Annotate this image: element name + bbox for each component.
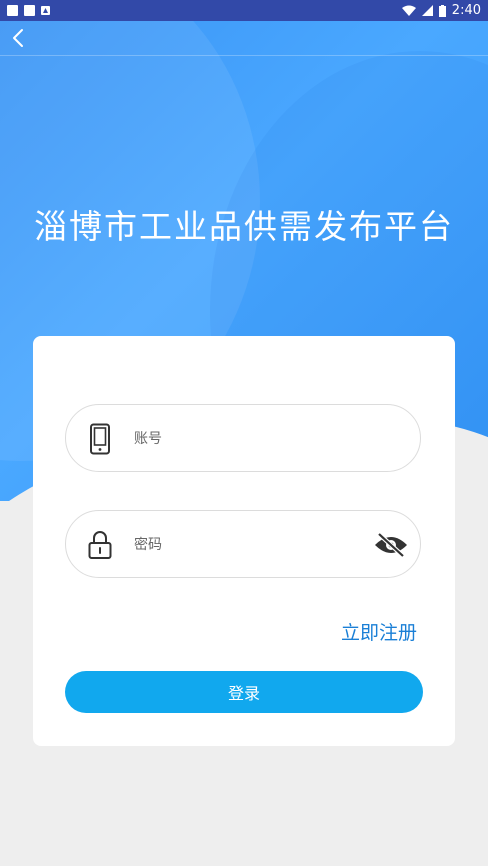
account-field[interactable]: [65, 404, 421, 472]
lock-icon: [88, 531, 112, 559]
app-title: 淄博市工业品供需发布平台: [34, 207, 454, 246]
password-field[interactable]: [65, 510, 421, 578]
phone-icon: [90, 423, 110, 455]
battery-icon: [438, 4, 446, 17]
notification-icon: [41, 6, 50, 15]
register-link[interactable]: 立即注册: [341, 618, 417, 645]
status-time: 2:40: [451, 3, 481, 18]
notification-icon: [7, 5, 18, 16]
status-bar: 2:40: [0, 0, 488, 21]
login-card: 立即注册 登录: [33, 336, 455, 746]
password-input[interactable]: [132, 527, 366, 563]
signal-icon: [421, 5, 433, 16]
account-input[interactable]: [132, 421, 366, 457]
back-icon[interactable]: [8, 27, 28, 49]
nav-bar: [0, 21, 488, 56]
eye-off-icon[interactable]: [374, 533, 408, 557]
login-button[interactable]: 登录: [65, 671, 423, 713]
wifi-icon: [401, 5, 416, 16]
notification-icon: [24, 5, 35, 16]
